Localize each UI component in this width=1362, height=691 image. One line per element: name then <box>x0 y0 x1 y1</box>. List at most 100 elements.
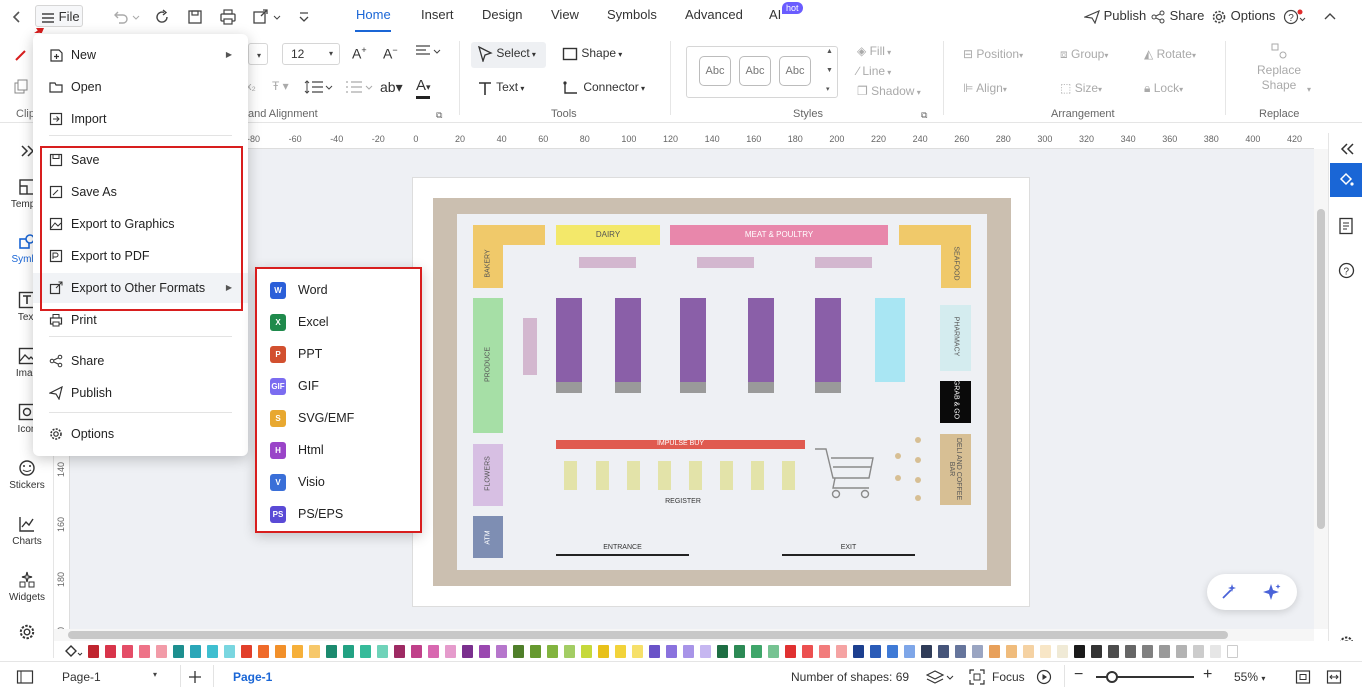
color-swatch[interactable] <box>649 645 660 658</box>
color-swatch[interactable] <box>207 645 218 658</box>
help-icon[interactable]: ? <box>1283 5 1309 27</box>
style-preset-3[interactable]: Abc <box>779 56 811 86</box>
color-swatch[interactable] <box>360 645 371 658</box>
style-preset-2[interactable]: Abc <box>739 56 771 86</box>
color-swatch[interactable] <box>1091 645 1102 658</box>
color-swatch[interactable] <box>955 645 966 658</box>
color-swatch[interactable] <box>1193 645 1204 658</box>
replace-shape-button[interactable]: Replace Shape <box>1252 43 1306 93</box>
format-painter-icon[interactable] <box>13 45 31 63</box>
position-button[interactable]: ⊟ Position▾ <box>963 47 1023 61</box>
shadow-button[interactable]: ❐ Shadow ▾ <box>857 84 921 98</box>
styles-launcher-icon[interactable]: ⧉ <box>921 110 927 121</box>
font-color-icon[interactable]: A▾ <box>416 77 431 94</box>
font-size-input[interactable]: 12 ▾ <box>282 43 340 65</box>
collapse-right-panel-icon[interactable] <box>1339 141 1355 157</box>
page-tab-1[interactable]: Page-1 <box>233 670 272 684</box>
color-swatch[interactable] <box>258 645 269 658</box>
color-swatch[interactable] <box>785 645 796 658</box>
color-swatch[interactable] <box>870 645 881 658</box>
focus-label[interactable]: Focus <box>992 670 1025 684</box>
tab-view[interactable]: View <box>551 7 579 22</box>
color-swatch[interactable] <box>666 645 677 658</box>
file-menu-item-open[interactable]: Open <box>33 72 248 102</box>
color-swatch[interactable] <box>190 645 201 658</box>
export-item-gif[interactable]: GIF GIF <box>257 370 420 402</box>
size-button[interactable]: ⬚ Size▾ <box>1060 81 1102 95</box>
color-swatch[interactable] <box>921 645 932 658</box>
color-swatch[interactable] <box>853 645 864 658</box>
color-swatch[interactable] <box>564 645 575 658</box>
tab-insert[interactable]: Insert <box>421 7 454 22</box>
page-properties-icon[interactable] <box>1338 217 1354 235</box>
page-select-dropdown[interactable]: Page-1 ▾ <box>62 670 157 684</box>
undo-icon[interactable] <box>112 5 140 27</box>
export-item-word[interactable]: W Word <box>257 274 420 306</box>
color-swatch[interactable] <box>938 645 949 658</box>
file-menu-item-options[interactable]: Options <box>33 419 248 449</box>
align-button[interactable]: ⊫ Align▾ <box>963 81 1007 95</box>
color-swatch[interactable] <box>1108 645 1119 658</box>
gallery-more-icon[interactable]: ▾ <box>826 85 830 93</box>
export-item-ppt[interactable]: P PPT <box>257 338 420 370</box>
zoom-in-icon[interactable]: + <box>1203 666 1212 684</box>
back-icon[interactable] <box>9 5 25 27</box>
options-button[interactable]: Options <box>1211 5 1275 27</box>
zoom-slider-handle[interactable] <box>1106 671 1118 683</box>
vertical-scrollbar[interactable] <box>1314 149 1328 629</box>
color-swatch[interactable] <box>700 645 711 658</box>
page-panel-icon[interactable] <box>16 669 34 685</box>
color-swatch[interactable] <box>1006 645 1017 658</box>
style-preset-1[interactable]: Abc <box>699 56 731 86</box>
help-panel-icon[interactable]: ? <box>1338 262 1355 279</box>
color-swatch[interactable] <box>632 645 643 658</box>
bullets-icon[interactable] <box>344 79 374 98</box>
color-swatch[interactable] <box>1142 645 1153 658</box>
export-icon[interactable] <box>252 5 282 27</box>
layers-icon[interactable] <box>926 669 954 685</box>
color-swatch[interactable] <box>156 645 167 658</box>
color-swatch[interactable] <box>292 645 303 658</box>
fill-bucket-icon[interactable] <box>64 644 84 658</box>
sidebar-item-widgets[interactable]: Widgets <box>0 571 54 603</box>
sidebar-item-stickers[interactable]: Stickers <box>0 459 54 491</box>
color-swatch[interactable] <box>768 645 779 658</box>
color-swatch[interactable] <box>887 645 898 658</box>
rotate-button[interactable]: ◭ Rotate▾ <box>1144 47 1196 61</box>
color-swatch[interactable] <box>972 645 983 658</box>
color-swatch[interactable] <box>904 645 915 658</box>
shape-tool-button[interactable]: Shape ▾ <box>562 46 622 62</box>
color-swatch[interactable] <box>241 645 252 658</box>
export-item-html[interactable]: H Html <box>257 434 420 466</box>
zoom-level[interactable]: 55% ▾ <box>1234 670 1265 684</box>
gallery-up-icon[interactable]: ▲ <box>826 48 833 55</box>
copy-icon[interactable] <box>13 79 29 95</box>
fill-button[interactable]: ◈ Fill ▾ <box>857 44 891 58</box>
dialog-launcher-icon[interactable]: ⧉ <box>436 110 442 121</box>
color-swatch[interactable] <box>717 645 728 658</box>
color-swatch[interactable] <box>105 645 116 658</box>
color-swatch[interactable] <box>139 645 150 658</box>
color-swatch[interactable] <box>530 645 541 658</box>
file-menu-item-publish[interactable]: Publish <box>33 378 248 408</box>
color-swatch[interactable] <box>411 645 422 658</box>
add-page-icon[interactable] <box>188 670 202 684</box>
decrease-font-icon[interactable]: A− <box>383 45 398 62</box>
more-icon[interactable] <box>297 5 311 27</box>
gallery-down-icon[interactable]: ▼ <box>826 67 833 74</box>
replace-dropdown-icon[interactable]: ▾ <box>1307 85 1311 94</box>
align-text-icon[interactable] <box>414 43 442 62</box>
line-button[interactable]: ∕ Line ▾ <box>857 64 891 78</box>
group-button[interactable]: ⧈ Group▾ <box>1060 47 1108 62</box>
color-swatch[interactable] <box>88 645 99 658</box>
redo-icon[interactable] <box>155 5 171 27</box>
color-swatch[interactable] <box>1023 645 1034 658</box>
format-panel-button[interactable] <box>1330 163 1362 197</box>
fit-page-icon[interactable] <box>1295 669 1311 685</box>
fit-width-icon[interactable] <box>1326 669 1342 685</box>
color-swatch[interactable] <box>122 645 133 658</box>
color-swatch[interactable] <box>173 645 184 658</box>
print-icon[interactable] <box>219 5 237 27</box>
color-swatch[interactable] <box>836 645 847 658</box>
color-swatch[interactable] <box>445 645 456 658</box>
